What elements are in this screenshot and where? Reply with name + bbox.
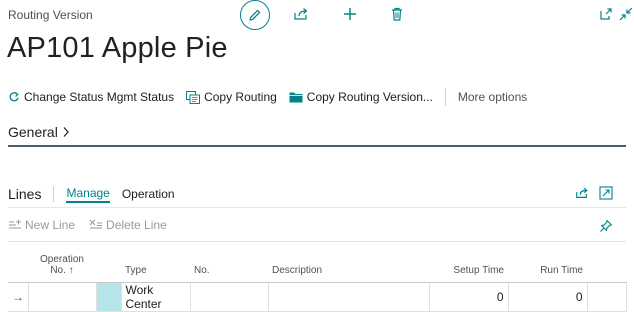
new-line-icon bbox=[9, 219, 21, 229]
delete-line-icon bbox=[89, 219, 103, 229]
row-trailing-cell bbox=[587, 282, 627, 312]
share-button[interactable] bbox=[292, 5, 310, 23]
general-section-title: General bbox=[8, 124, 58, 140]
grid-header-spacer bbox=[96, 252, 121, 283]
lines-separator bbox=[53, 186, 55, 202]
pin-icon bbox=[600, 219, 613, 232]
plus-icon bbox=[344, 8, 356, 20]
change-status-label: Change Status Mgmt Status bbox=[24, 90, 175, 104]
action-separator bbox=[444, 88, 446, 106]
new-button[interactable] bbox=[341, 5, 359, 23]
column-type[interactable]: Type bbox=[121, 252, 190, 283]
delete-line-button[interactable]: Delete Line bbox=[89, 218, 167, 232]
lines-action-bar: New Line Delete Line bbox=[8, 216, 626, 234]
delete-line-label: Delete Line bbox=[106, 218, 167, 232]
no-cell[interactable] bbox=[190, 282, 269, 312]
column-description[interactable]: Description bbox=[268, 252, 429, 283]
tab-operation[interactable]: Operation bbox=[122, 187, 175, 201]
column-run-time[interactable]: Run Time bbox=[508, 252, 587, 283]
copy-routing-icon bbox=[186, 90, 201, 104]
description-cell[interactable] bbox=[268, 282, 430, 312]
action-bar: Change Status Mgmt Status Copy Routing C… bbox=[8, 86, 626, 108]
copy-routing-label: Copy Routing bbox=[204, 90, 277, 104]
lines-expand-button[interactable] bbox=[598, 185, 614, 201]
open-new-window-icon bbox=[600, 8, 612, 20]
delete-button[interactable] bbox=[388, 5, 406, 23]
share-icon bbox=[294, 8, 308, 20]
column-no[interactable]: No. bbox=[190, 252, 268, 283]
folder-icon bbox=[289, 92, 303, 103]
column-setup-time[interactable]: Setup Time bbox=[429, 252, 508, 283]
row-arrow[interactable]: → bbox=[8, 282, 29, 312]
column-operation-no-line2: No. ↑ bbox=[50, 265, 74, 276]
chevron-right-icon bbox=[63, 127, 69, 137]
change-status-action[interactable]: Change Status Mgmt Status bbox=[8, 90, 174, 104]
lines-share-button[interactable] bbox=[574, 185, 590, 201]
page-title: AP101 Apple Pie bbox=[7, 32, 228, 64]
run-time-cell[interactable]: 0 bbox=[508, 282, 588, 312]
copy-routing-version-action[interactable]: Copy Routing Version... bbox=[289, 90, 433, 104]
lines-title: Lines bbox=[8, 186, 42, 202]
open-new-window-button[interactable] bbox=[598, 6, 614, 22]
lines-bar: Lines Manage Operation bbox=[8, 184, 626, 204]
lines-grid: Operation No. ↑ Type No. Description Set… bbox=[8, 252, 627, 312]
personalize-button[interactable] bbox=[598, 218, 614, 234]
copy-routing-version-label: Copy Routing Version... bbox=[306, 90, 433, 104]
collapse-button[interactable] bbox=[618, 6, 634, 22]
new-line-label: New Line bbox=[25, 218, 76, 232]
section-divider bbox=[8, 145, 626, 147]
status-icon bbox=[9, 92, 19, 102]
new-line-button[interactable]: New Line bbox=[8, 218, 75, 232]
grid-header-spacer bbox=[587, 252, 626, 283]
setup-time-cell[interactable]: 0 bbox=[429, 282, 509, 312]
operation-no-cell[interactable] bbox=[28, 282, 97, 312]
share-icon bbox=[576, 187, 588, 198]
tab-manage[interactable]: Manage bbox=[66, 186, 110, 203]
grid-top-divider bbox=[8, 241, 626, 242]
general-section-header[interactable]: General bbox=[8, 124, 70, 140]
collapse-icon bbox=[619, 7, 633, 21]
type-cell[interactable]: Work Center bbox=[121, 282, 191, 312]
edit-button[interactable] bbox=[240, 0, 270, 30]
row-indicator-cell bbox=[96, 282, 122, 312]
pencil-icon bbox=[249, 9, 261, 21]
column-operation-no-line1: Operation bbox=[40, 254, 84, 265]
lines-divider bbox=[8, 207, 626, 208]
table-row[interactable]: → Work Center 0 0 bbox=[8, 282, 627, 312]
copy-routing-action[interactable]: Copy Routing bbox=[186, 90, 277, 104]
more-options-button[interactable]: More options bbox=[458, 90, 527, 104]
page-caption: Routing Version bbox=[8, 8, 93, 22]
column-operation-no[interactable]: Operation No. ↑ bbox=[28, 252, 96, 283]
grid-header-spacer bbox=[8, 252, 28, 283]
expand-icon bbox=[599, 186, 613, 200]
trash-icon bbox=[392, 7, 402, 21]
